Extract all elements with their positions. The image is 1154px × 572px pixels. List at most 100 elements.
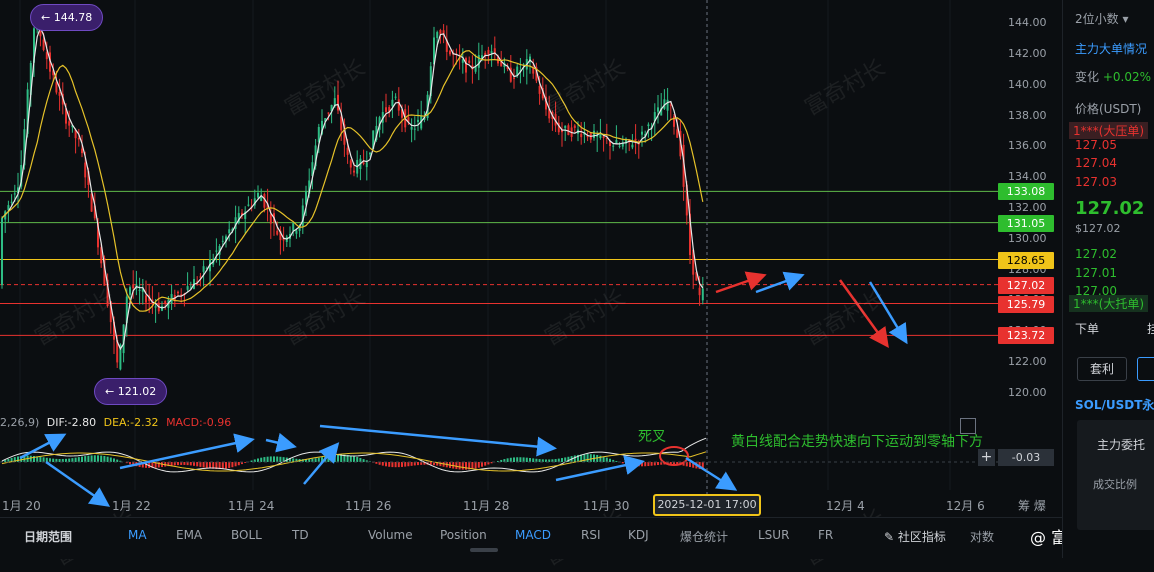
- expand-icon[interactable]: [960, 418, 976, 434]
- add-icon[interactable]: +: [978, 449, 995, 466]
- macd-bar: [171, 462, 173, 466]
- macd-value-tag: -0.03: [998, 449, 1054, 466]
- last-price: 127.02: [1075, 198, 1144, 219]
- candle-body: [177, 292, 179, 294]
- macd-bar: [465, 462, 467, 470]
- pending-button[interactable]: 挂: [1147, 320, 1154, 337]
- main-orders-title: 主力委托: [1097, 436, 1145, 453]
- lsur-toggle[interactable]: LSUR: [758, 528, 789, 542]
- liquidation-stats-toggle[interactable]: 爆仓统计: [680, 528, 728, 545]
- candle-body: [631, 145, 633, 148]
- ask-row[interactable]: 127.05: [1075, 138, 1117, 152]
- date-range-button[interactable]: 日期范围: [24, 528, 72, 545]
- candle-body: [622, 143, 624, 146]
- macd-bar: [209, 462, 211, 468]
- high-marker: ← 144.78: [30, 4, 103, 31]
- macd-bar: [574, 455, 576, 462]
- macd-bar: [398, 462, 400, 467]
- price-tick: 120.00: [1008, 386, 1047, 399]
- candle-body: [145, 296, 147, 303]
- macd-bar: [647, 462, 649, 466]
- macd-bar: [391, 462, 393, 467]
- macd-bar: [43, 457, 45, 462]
- macd-bar: [260, 458, 262, 462]
- macd-bar: [651, 462, 653, 466]
- mode-button[interactable]: [1137, 357, 1154, 381]
- candle-body: [164, 301, 166, 304]
- candle-body: [417, 120, 419, 122]
- fr-toggle[interactable]: FR: [818, 528, 833, 542]
- main-orders-card: 主力委托 成交比例: [1077, 420, 1154, 530]
- macd-bar: [270, 456, 272, 462]
- community-indicators-button[interactable]: ✎ 社区指标: [884, 528, 946, 545]
- macd-bar: [81, 457, 83, 462]
- volume-toggle[interactable]: Volume: [368, 528, 413, 542]
- macd-bar: [526, 458, 528, 462]
- macd-value: MACD:-0.96: [166, 416, 231, 429]
- macd-bar: [276, 457, 278, 462]
- pair-label[interactable]: SOL/USDT永: [1075, 396, 1154, 413]
- date-tick: 11月 26: [345, 497, 391, 514]
- candle-body: [395, 97, 397, 98]
- candle-body: [366, 162, 368, 167]
- ask-row[interactable]: 127.04: [1075, 156, 1117, 170]
- boll-toggle[interactable]: BOLL: [231, 528, 262, 542]
- candle-body: [647, 125, 649, 127]
- candle-body: [129, 287, 131, 295]
- candle-body: [619, 146, 621, 147]
- macd-toggle[interactable]: MACD: [515, 528, 551, 542]
- macd-bar: [94, 455, 96, 462]
- bid-row[interactable]: 127.02: [1075, 247, 1117, 261]
- date-tick: 11月 28: [463, 497, 509, 514]
- macd-bar: [609, 459, 611, 462]
- ema-toggle[interactable]: EMA: [176, 528, 202, 542]
- log-toggle[interactable]: 对数: [970, 528, 994, 545]
- macd-bar: [91, 455, 93, 462]
- candle-body: [14, 193, 16, 194]
- macd-bar: [273, 456, 275, 462]
- macd-bar: [532, 458, 534, 462]
- kdj-toggle[interactable]: KDJ: [628, 528, 649, 542]
- macd-bar: [404, 462, 406, 467]
- td-toggle[interactable]: TD: [292, 528, 309, 542]
- candle-body: [439, 30, 441, 34]
- price-tick: 136.00: [1008, 139, 1047, 152]
- candle-body: [292, 223, 294, 231]
- macd-bar: [177, 462, 179, 465]
- bid-row[interactable]: 127.01: [1075, 266, 1117, 280]
- macd-bar: [462, 462, 464, 470]
- macd-bar: [257, 458, 259, 462]
- ask-row[interactable]: 127.03: [1075, 175, 1117, 189]
- macd-bar: [395, 462, 397, 467]
- deal-ratio-label: 成交比例: [1093, 476, 1137, 492]
- ma-toggle[interactable]: MA: [128, 528, 147, 542]
- crosshair-date-tag: 2025-12-01 17:00: [653, 494, 761, 516]
- order-button[interactable]: 下单: [1075, 320, 1099, 337]
- decimals-select[interactable]: 2位小数 ▾: [1075, 10, 1129, 27]
- macd-bar: [103, 456, 105, 462]
- position-toggle[interactable]: Position: [440, 528, 487, 542]
- macd-bar: [235, 462, 237, 466]
- candle-body: [257, 193, 259, 198]
- big-orders-tab[interactable]: 主力大单情况: [1075, 40, 1147, 57]
- macd-bar: [561, 458, 563, 462]
- macd-bar: [107, 457, 109, 462]
- candle-body: [513, 78, 515, 79]
- axis-extra: 筹 爆: [1018, 497, 1046, 514]
- change-row: 变化 +0.02%: [1075, 68, 1151, 85]
- arbitrage-button[interactable]: 套利: [1077, 357, 1127, 381]
- scroll-handle[interactable]: [470, 548, 498, 552]
- candle-body: [516, 67, 518, 76]
- macd-params: 2,26,9): [0, 416, 39, 429]
- rsi-toggle[interactable]: RSI: [581, 528, 601, 542]
- candle-body: [436, 32, 438, 38]
- candle-body: [78, 138, 80, 139]
- macd-bar: [375, 462, 377, 464]
- macd-bar: [478, 462, 480, 468]
- big-bid-row: 1***(大托单): [1069, 295, 1148, 312]
- macd-bar: [686, 462, 688, 466]
- price-tick: 142.00: [1008, 47, 1047, 60]
- change-value: +0.02%: [1103, 70, 1151, 84]
- macd-bar: [222, 462, 224, 469]
- macd-bar: [475, 462, 477, 468]
